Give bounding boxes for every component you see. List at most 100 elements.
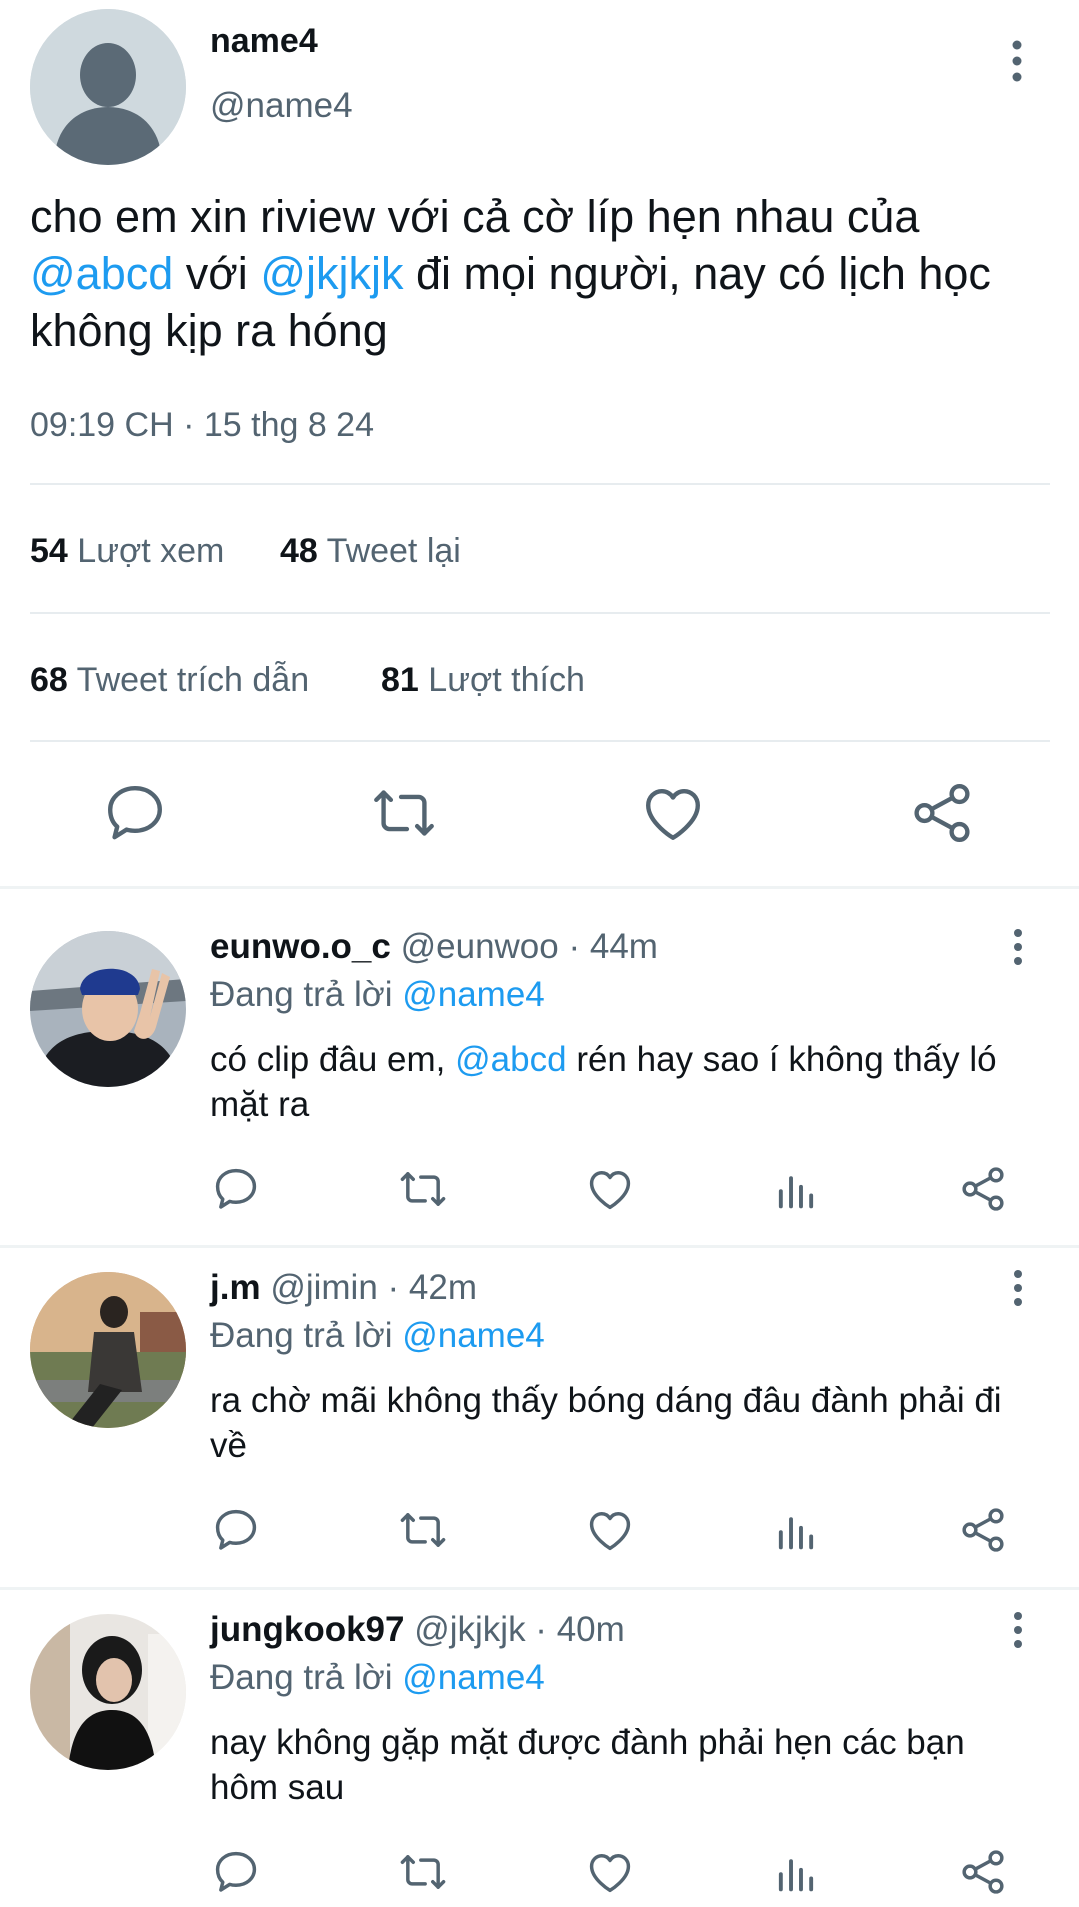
retweet-icon [400,1172,446,1206]
reply-handle[interactable]: @jkjkjk [414,1610,525,1649]
reply-display-name[interactable]: j.m [210,1268,261,1307]
analytics-button[interactable] [770,1163,822,1215]
analytics-button[interactable] [770,1504,822,1556]
retweet-button[interactable] [369,778,439,848]
like-button[interactable] [584,1846,636,1898]
reply-tweet[interactable]: jungkook97 @jkjkjk · 40m Đang trả lời @n… [0,1572,1079,1907]
reply-header: j.m @jimin · 42m [210,1268,477,1308]
divider [30,612,1050,614]
reply-header: eunwo.o_c @eunwoo · 44m [210,927,658,967]
default-profile-icon [30,9,186,165]
replying-to: Đang trả lời @name4 [210,1658,545,1698]
share-button[interactable] [957,1846,1009,1898]
views-count: 54 [30,532,68,570]
replying-to: Đang trả lời @name4 [210,1316,545,1356]
divider [30,483,1050,485]
analytics-button[interactable] [770,1846,822,1898]
share-button[interactable] [957,1163,1009,1215]
retweets-count: 48 [280,532,318,570]
reply-icon [215,1851,257,1892]
share-button[interactable] [907,778,977,848]
tweet-text: cho em xin riview với cả cờ líp hẹn nhau… [30,188,1060,359]
mention-link[interactable]: @name4 [402,975,545,1014]
reply-tweet[interactable]: eunwo.o_c @eunwoo · 44m Đang trả lời @na… [0,889,1079,1231]
analytics-icon [778,1176,814,1209]
tweet-text-part: đi mọi người, nay có lịch học không kịp … [30,248,991,356]
reply-time[interactable]: 42m [409,1268,477,1307]
reply-time[interactable]: 40m [557,1610,625,1649]
reply-display-name[interactable]: eunwo.o_c [210,927,391,966]
avatar-photo [30,1614,186,1770]
share-icon [962,1850,1004,1894]
share-icon [914,783,970,843]
author-handle[interactable]: @name4 [210,86,353,126]
like-button[interactable] [584,1504,636,1556]
tweet-timestamp[interactable]: 09:19 CH · 15 thg 8 24 [30,406,374,445]
author-display-name[interactable]: name4 [210,22,318,61]
share-icon [962,1167,1004,1211]
more-options-icon[interactable] [1004,1268,1032,1308]
separator: · [558,927,590,966]
mention-link[interactable]: @abcd [30,248,173,299]
reply-icon [215,1168,257,1209]
mention-link[interactable]: @jkjkjk [260,248,403,299]
reply-tweet[interactable]: j.m @jimin · 42m Đang trả lời @name4 ra … [0,1230,1079,1572]
reply-button[interactable] [210,1846,262,1898]
mention-link[interactable]: @name4 [402,1658,545,1697]
reply-text-part: có clip đâu em, [210,1040,446,1079]
mention-link[interactable]: @name4 [402,1316,545,1355]
retweet-icon [400,1855,446,1889]
reply-header: jungkook97 @jkjkjk · 40m [210,1610,625,1650]
replying-to: Đang trả lời @name4 [210,975,545,1015]
avatar[interactable] [30,1272,186,1428]
retweet-button[interactable] [397,1504,449,1556]
separator: · [377,1268,409,1307]
share-button[interactable] [957,1504,1009,1556]
reply-text: nay không gặp mặt được đành phải hẹn các… [210,1723,965,1807]
reply-text: ra chờ mãi không thấy bóng dáng đâu đành… [210,1381,1002,1465]
replying-label: Đang trả lời [210,1658,393,1697]
more-options-icon[interactable] [1004,927,1032,967]
retweet-icon [400,1513,446,1547]
likes-stat[interactable]: 81 Lượt thích [381,661,585,700]
reply-handle[interactable]: @jimin [270,1268,377,1307]
reply-button[interactable] [100,778,170,848]
reply-handle[interactable]: @eunwoo [401,927,559,966]
reply-display-name[interactable]: jungkook97 [210,1610,404,1649]
reply-button[interactable] [210,1163,262,1215]
like-button[interactable] [638,778,708,848]
like-icon [589,1854,631,1893]
retweets-stat[interactable]: 48 Tweet lại [280,532,461,571]
reply-text: có clip đâu em, @abcd rén hay sao í khôn… [210,1037,1030,1127]
reply-button[interactable] [210,1504,262,1556]
avatar-photo [30,931,186,1087]
analytics-icon [778,1517,814,1550]
retweet-button[interactable] [397,1163,449,1215]
retweet-button[interactable] [397,1846,449,1898]
quotes-count: 68 [30,661,68,699]
reply-icon [215,1509,257,1550]
share-icon [962,1508,1004,1552]
like-button[interactable] [584,1163,636,1215]
avatar[interactable] [30,931,186,1087]
more-options-icon[interactable] [1000,38,1034,84]
like-icon [646,788,700,840]
retweets-label: Tweet lại [326,532,461,570]
likes-label: Lượt thích [428,661,585,699]
default-avatar[interactable] [30,9,186,165]
more-options-icon[interactable] [1004,1610,1032,1650]
views-label: Lượt xem [77,532,225,570]
replying-label: Đang trả lời [210,1316,393,1355]
reply-time[interactable]: 44m [590,927,658,966]
like-icon [589,1171,631,1210]
analytics-icon [778,1859,814,1892]
reply-icon [108,786,162,840]
separator: · [525,1610,557,1649]
likes-count: 81 [381,661,419,699]
avatar-photo [30,1272,186,1428]
mention-link[interactable]: @abcd [455,1040,566,1079]
tweet-text-part: với [185,248,248,299]
quotes-stat[interactable]: 68 Tweet trích dẫn [30,661,309,700]
avatar[interactable] [30,1614,186,1770]
views-stat[interactable]: 54 Lượt xem [30,532,224,571]
